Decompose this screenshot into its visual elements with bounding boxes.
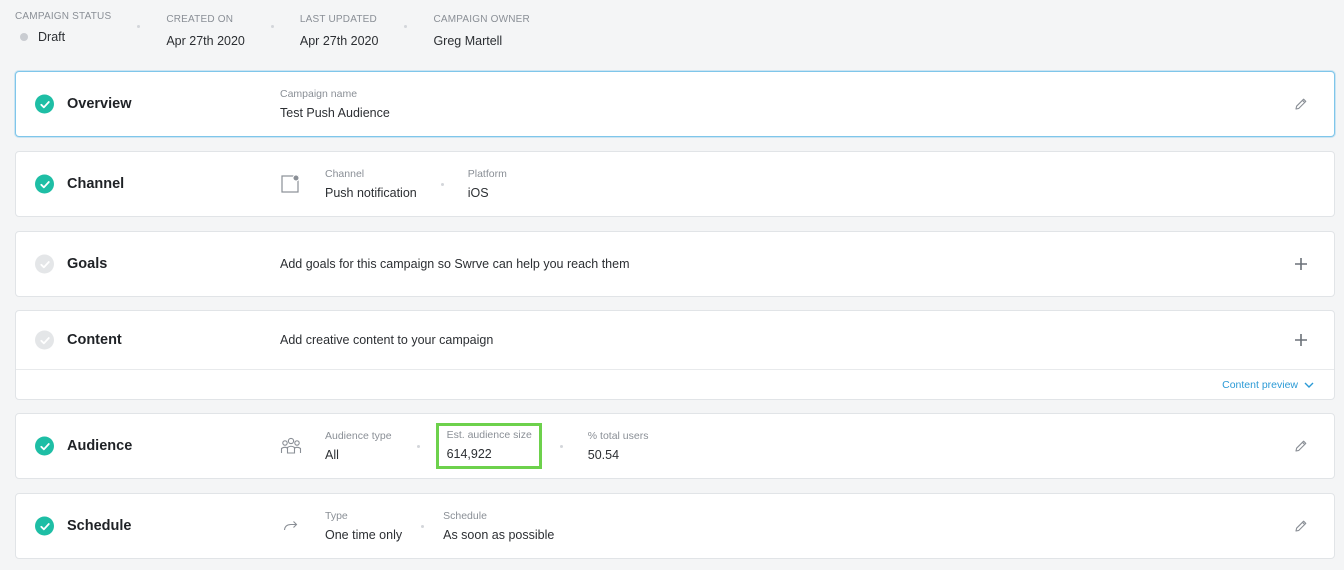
content-title: Content [67, 332, 122, 348]
schedule-when-label: Schedule [443, 509, 487, 522]
meta-separator [137, 25, 141, 28]
content-preview-row: Content preview [16, 369, 1334, 399]
channel-title: Channel [67, 176, 125, 192]
check-complete-icon [35, 516, 54, 536]
field-separator [559, 444, 563, 448]
channel-label: Channel [325, 167, 365, 180]
field-separator [421, 524, 425, 528]
campaign-name-field: Campaign name Test Push Audience [280, 88, 390, 121]
audience-content: Audience type All Est. audience size 614… [280, 414, 648, 478]
channel-card[interactable]: Channel Channel Push notification Platfo… [15, 151, 1335, 217]
schedule-type-value: One time only [325, 527, 403, 542]
created-on-value: Apr 27th 2020 [166, 34, 245, 48]
edit-schedule-pencil-icon[interactable] [1292, 517, 1310, 535]
audience-type-label: Audience type [325, 429, 392, 442]
arrow-forward-icon [280, 515, 302, 537]
campaign-status-value-wrap: Draft [15, 29, 111, 45]
goals-prompt-text: Add goals for this campaign so Swrve can… [280, 257, 630, 271]
check-complete-icon [35, 94, 54, 114]
chevron-down-icon [1304, 382, 1314, 388]
edit-overview-pencil-icon[interactable] [1292, 95, 1310, 113]
platform-value: iOS [467, 185, 489, 200]
channel-content: Channel Push notification Platform iOS [280, 152, 507, 216]
schedule-content: Type One time only Schedule As soon as p… [280, 494, 554, 558]
pct-total-users-value: 50.54 [587, 447, 620, 462]
last-updated-label: LAST UPDATED [299, 14, 377, 25]
schedule-title: Schedule [67, 518, 132, 534]
schedule-when-field: Schedule As soon as possible [443, 510, 554, 543]
field-separator [440, 182, 444, 186]
schedule-card[interactable]: Schedule Type One time only Schedule As … [15, 493, 1335, 559]
goals-row: Goals Add goals for this campaign so Swr… [16, 232, 1334, 296]
users-group-icon [280, 435, 302, 457]
add-goals-plus-icon[interactable] [1292, 255, 1310, 273]
goals-card[interactable]: Goals Add goals for this campaign so Swr… [15, 231, 1335, 297]
schedule-type-label: Type [325, 509, 348, 522]
last-updated: LAST UPDATED Apr 27th 2020 [300, 13, 379, 49]
audience-type-value: All [325, 447, 339, 462]
meta-separator [270, 25, 274, 28]
schedule-when-value: As soon as possible [443, 527, 555, 542]
audience-row: Audience Audience type All Est. audience… [16, 414, 1334, 478]
last-updated-value: Apr 27th 2020 [299, 34, 379, 48]
push-notification-icon [280, 173, 302, 195]
field-separator [416, 444, 420, 448]
campaign-owner-value: Greg Martell [433, 34, 503, 48]
channel-field: Channel Push notification [325, 168, 417, 201]
content-content: Add creative content to your campaign [280, 311, 493, 369]
check-complete-icon [35, 174, 54, 194]
platform-label: Platform [467, 167, 507, 180]
overview-row: Overview Campaign name Test Push Audienc… [16, 72, 1334, 136]
campaign-status: CAMPAIGN STATUS Draft [15, 10, 111, 45]
goals-title: Goals [67, 256, 108, 272]
check-complete-icon [35, 436, 54, 456]
est-audience-size-field: Est. audience size 614,922 [435, 423, 542, 469]
audience-title: Audience [67, 438, 133, 454]
overview-title: Overview [67, 96, 132, 112]
check-pending-icon [35, 254, 54, 274]
schedule-type-field: Type One time only [325, 510, 402, 543]
campaign-name-value: Test Push Audience [280, 105, 390, 120]
est-audience-size-value: 614,922 [446, 447, 492, 461]
channel-value: Push notification [325, 185, 417, 200]
created-on: CREATED ON Apr 27th 2020 [166, 13, 245, 49]
overview-content: Campaign name Test Push Audience [280, 72, 390, 136]
channel-row: Channel Channel Push notification Platfo… [16, 152, 1334, 216]
pct-total-users-label: % total users [587, 429, 649, 442]
schedule-row: Schedule Type One time only Schedule As … [16, 494, 1334, 558]
content-prompt-text: Add creative content to your campaign [280, 333, 494, 347]
campaign-status-value: Draft [38, 30, 66, 44]
meta-separator [404, 25, 408, 28]
status-dot-icon [20, 33, 28, 41]
overview-card[interactable]: Overview Campaign name Test Push Audienc… [15, 71, 1335, 137]
edit-audience-pencil-icon[interactable] [1292, 437, 1310, 455]
content-row: Content Add creative content to your cam… [16, 311, 1334, 369]
created-on-label: CREATED ON [166, 14, 234, 25]
campaign-name-label: Campaign name [280, 87, 358, 100]
audience-card[interactable]: Audience Audience type All Est. audience… [15, 413, 1335, 479]
campaign-owner-label: CAMPAIGN OWNER [433, 14, 530, 25]
goals-content: Add goals for this campaign so Swrve can… [280, 232, 630, 296]
content-preview-label: Content preview [1222, 378, 1298, 391]
campaign-status-label: CAMPAIGN STATUS [15, 11, 112, 22]
platform-field: Platform iOS [468, 168, 507, 201]
pct-total-users-field: % total users 50.54 [588, 430, 649, 463]
content-card[interactable]: Content Add creative content to your cam… [15, 310, 1335, 400]
add-content-plus-icon[interactable] [1292, 331, 1310, 349]
check-pending-icon [35, 330, 54, 350]
content-preview-link[interactable]: Content preview [1222, 379, 1314, 391]
campaign-owner: CAMPAIGN OWNER Greg Martell [433, 13, 530, 49]
audience-type-field: Audience type All [325, 430, 392, 463]
est-audience-size-label: Est. audience size [446, 429, 532, 441]
campaign-meta-bar: CAMPAIGN STATUS Draft CREATED ON Apr 27t… [15, 10, 530, 49]
